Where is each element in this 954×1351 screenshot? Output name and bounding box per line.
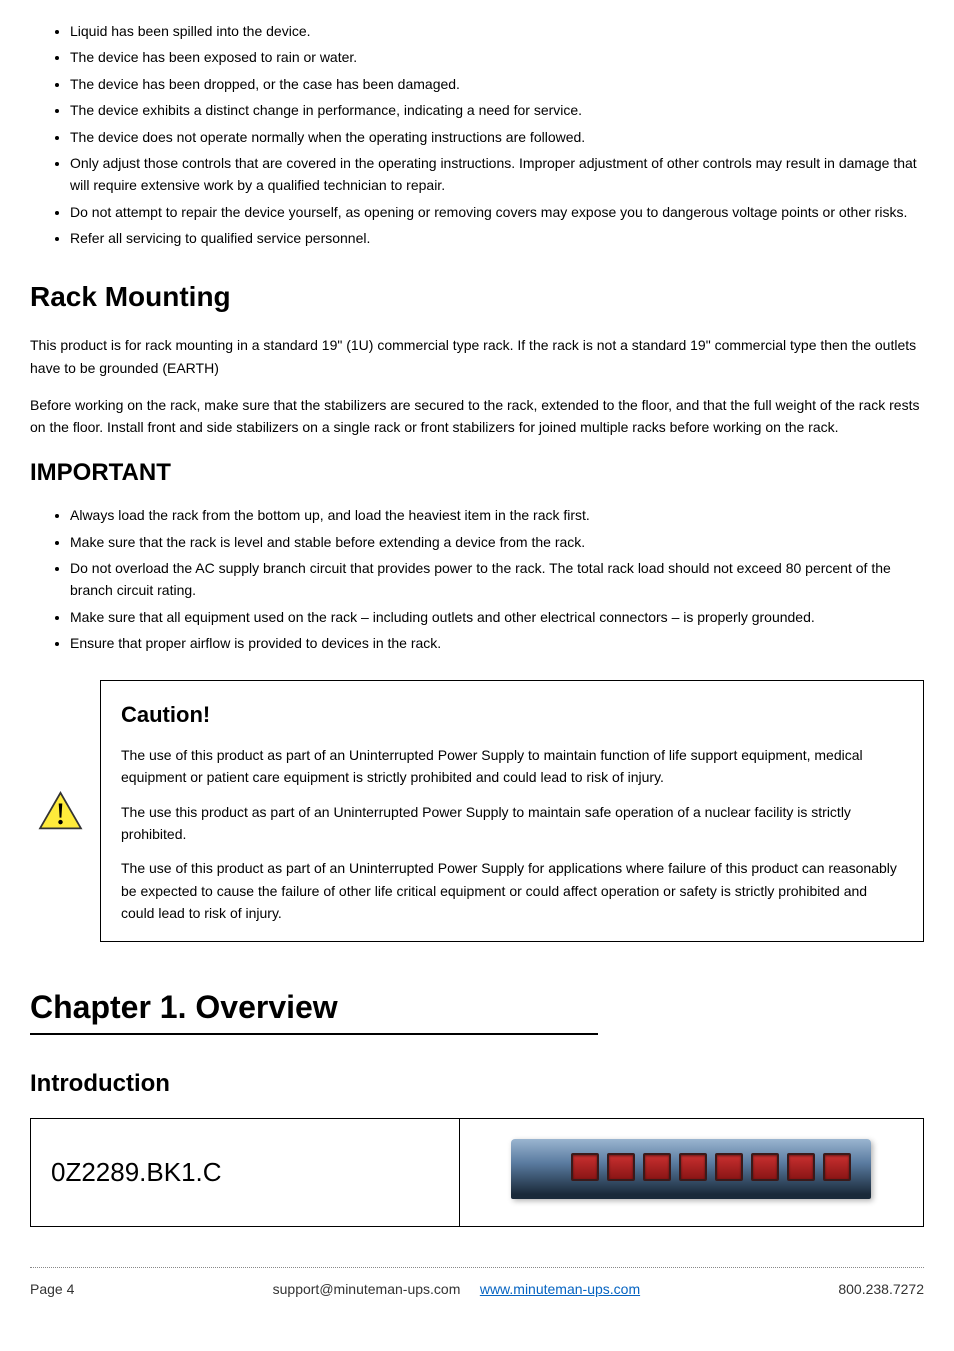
product-name-cell: 0Z2289.BK1.C [31,1119,460,1226]
power-switch-icon [787,1153,815,1181]
page-footer: Page 4 support@minuteman-ups.com www.min… [30,1267,924,1300]
footer-page-number: Page 4 [30,1278,74,1300]
list-item: Do not attempt to repair the device your… [70,201,924,223]
list-item: Only adjust those controls that are cove… [70,152,924,197]
list-item: Make sure that the rack is level and sta… [70,531,924,553]
power-switch-icon [823,1153,851,1181]
product-image [511,1139,871,1199]
list-item: Ensure that proper airflow is provided t… [70,632,924,654]
list-item: Do not overload the AC supply branch cir… [70,557,924,602]
rack-mounting-para1: This product is for rack mounting in a s… [30,334,924,379]
list-item: The device has been exposed to rain or w… [70,46,924,68]
power-switch-icon [751,1153,779,1181]
important-heading: IMPORTANT [30,454,924,492]
damage-list: Liquid has been spilled into the device.… [30,20,924,250]
list-item: Liquid has been spilled into the device. [70,20,924,42]
rack-mounting-para2: Before working on the rack, make sure th… [30,394,924,439]
power-switch-icon [607,1153,635,1181]
table-row: 0Z2289.BK1.C [31,1119,924,1226]
list-item: Make sure that all equipment used on the… [70,606,924,628]
caution-heading: Caution! [121,697,903,732]
caution-box: Caution! The use of this product as part… [100,680,924,942]
footer-center: support@minuteman-ups.com www.minuteman-… [273,1278,640,1300]
caution-triangle-icon [38,791,83,831]
product-table: 0Z2289.BK1.C [30,1118,924,1226]
list-item: The device has been dropped, or the case… [70,73,924,95]
important-list: Always load the rack from the bottom up,… [30,504,924,654]
caution-para1: The use of this product as part of an Un… [121,744,903,789]
power-switch-icon [571,1153,599,1181]
product-image-cell [459,1119,923,1226]
rack-mounting-heading: Rack Mounting [30,275,924,320]
footer-phone: 800.238.7272 [838,1278,924,1300]
list-item: The device exhibits a distinct change in… [70,99,924,121]
overview-heading: Chapter 1. Overview [30,982,598,1035]
caution-para2: The use this product as part of an Unint… [121,801,903,846]
footer-email: support@minuteman-ups.com [273,1281,461,1297]
list-item: Always load the rack from the bottom up,… [70,504,924,526]
power-switch-icon [715,1153,743,1181]
power-switch-icon [679,1153,707,1181]
introduction-heading: Introduction [30,1065,924,1103]
list-item: Refer all servicing to qualified service… [70,227,924,249]
switch-row [571,1153,851,1183]
list-item: The device does not operate normally whe… [70,126,924,148]
warning-icon [30,791,90,831]
footer-website-link[interactable]: www.minuteman-ups.com [480,1281,640,1297]
caution-para3: The use of this product as part of an Un… [121,857,903,924]
caution-container: Caution! The use of this product as part… [30,680,924,942]
power-switch-icon [643,1153,671,1181]
